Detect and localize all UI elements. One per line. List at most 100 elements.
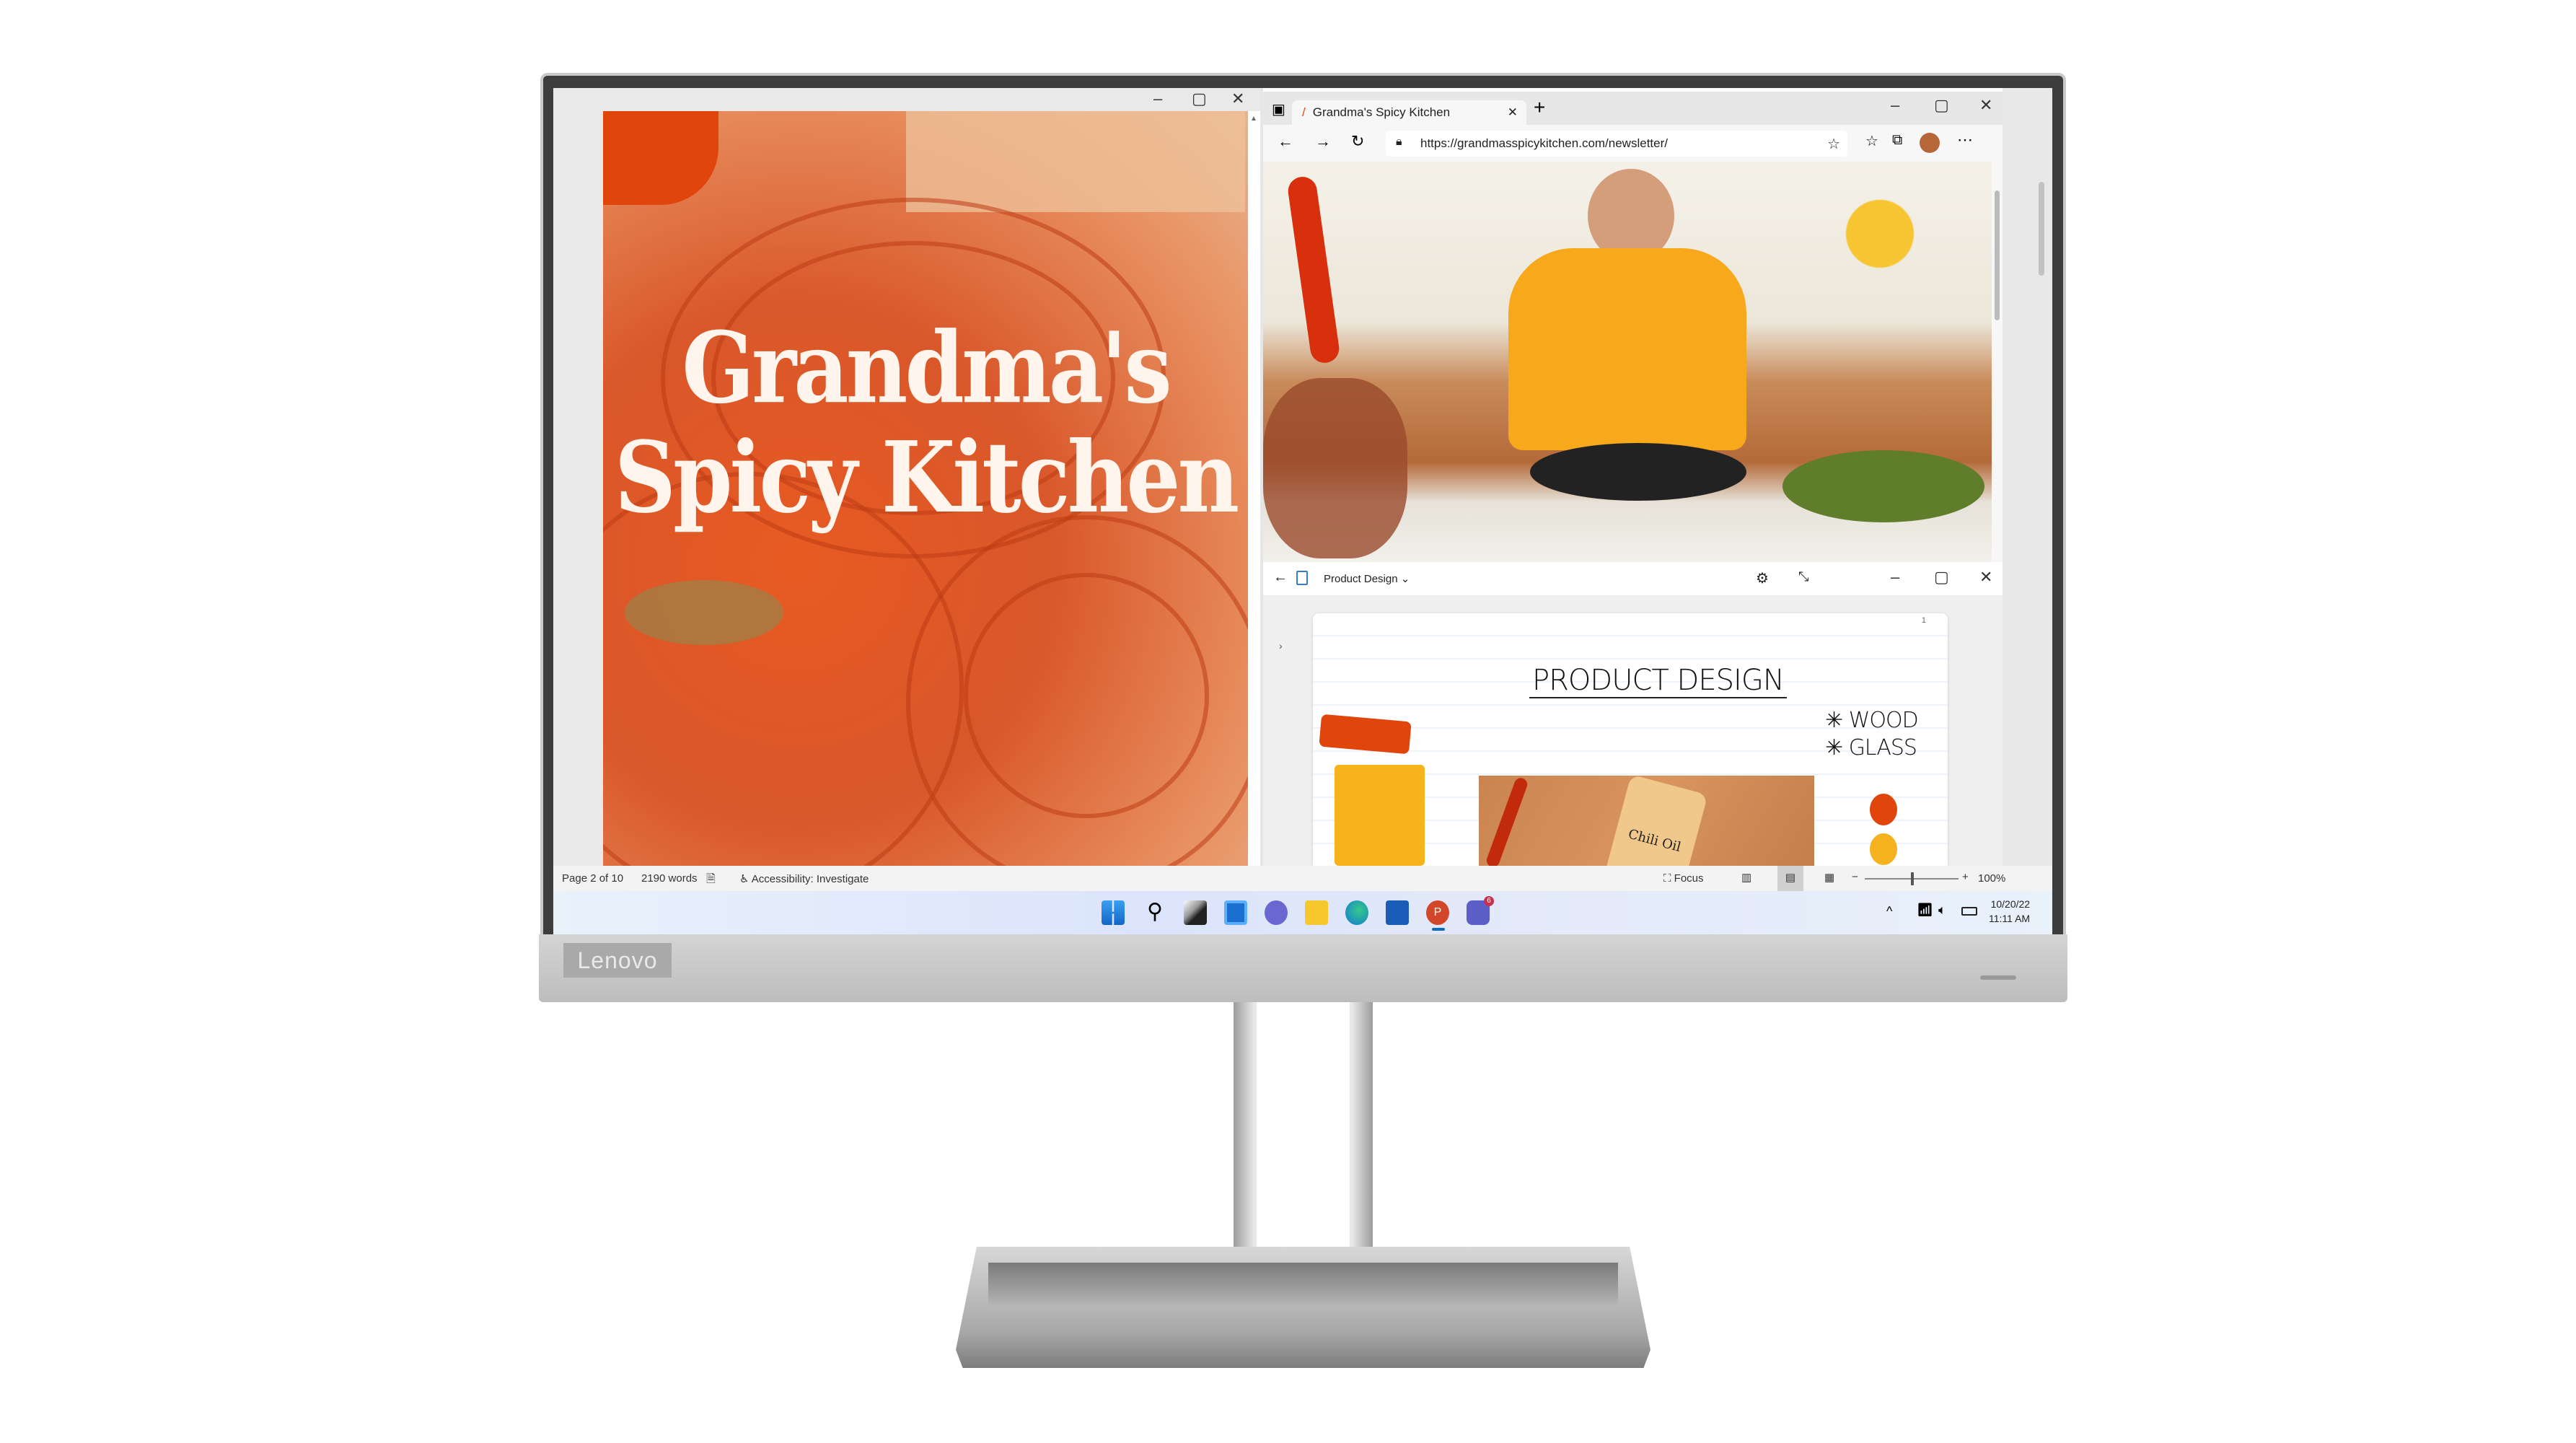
notification-badge: 6 <box>1484 896 1494 906</box>
monitor-chin <box>539 934 2067 1002</box>
powerpoint-icon[interactable]: P <box>1426 900 1449 925</box>
task-view-icon[interactable] <box>1184 900 1207 925</box>
edge-window: ▣ / Grandma's Spicy Kitchen ✕ + – ▢ ✕ ← … <box>1263 88 2003 564</box>
jar-lid-sketch <box>1319 714 1412 755</box>
focus-label: Focus <box>1674 872 1704 885</box>
active-app-indicator <box>1432 928 1445 931</box>
chat-icon[interactable] <box>1265 900 1288 925</box>
teams-icon[interactable]: 6 <box>1467 896 1494 925</box>
kitchen-photo <box>1263 162 1992 562</box>
search-icon[interactable]: ⚲ <box>1143 900 1166 925</box>
vertical-scrollbar[interactable]: ▲ <box>1248 111 1260 866</box>
close-tab-icon[interactable]: ✕ <box>1508 105 1518 120</box>
word-window: – ▢ ✕ Grandma's Spicy Kitchen ▲ <box>553 88 1260 866</box>
tab-bar: ▣ / Grandma's Spicy Kitchen ✕ + – ▢ ✕ <box>1263 92 2003 125</box>
time: 11:11 AM <box>1989 913 2031 924</box>
note-glass: ✳ GLASS <box>1825 735 1917 760</box>
taskbar: ⚲ P 6 ^ 📶︎ 🔈︎ 10/20/22 11:11 AM <box>553 891 2052 934</box>
maximize-icon[interactable]: ▢ <box>1934 96 1949 115</box>
read-mode-icon[interactable]: ▥ <box>1741 871 1751 884</box>
file-explorer-icon[interactable] <box>1305 900 1328 925</box>
accessibility-button[interactable]: ♿︎ Accessibility: Investigate <box>739 872 869 885</box>
word-count[interactable]: 2190 words <box>641 872 698 885</box>
jar-sketch <box>1335 765 1425 866</box>
address-bar-row: ← → ↻ 🔒︎ https://grandmasspicykitchen.co… <box>1263 125 2003 162</box>
date: 10/20/22 <box>1990 898 2031 910</box>
back-icon[interactable]: ← <box>1278 132 1293 151</box>
note-text: WOOD <box>1848 708 1919 733</box>
document-page[interactable]: Grandma's Spicy Kitchen <box>603 111 1248 866</box>
zoom-slider[interactable] <box>1865 872 1959 885</box>
document-title: Grandma's Spicy Kitchen <box>603 313 1248 532</box>
new-tab-icon[interactable]: + <box>1534 96 1545 119</box>
page-scrollbar[interactable] <box>1992 162 2003 562</box>
page-number: 1 <box>1921 616 1926 625</box>
yellow-swatch <box>1870 833 1897 865</box>
zoom-percent[interactable]: 100% <box>1978 872 2005 885</box>
wifi-icon[interactable]: 📶︎ <box>1917 903 1933 918</box>
show-hidden-icons-chevron[interactable]: ^ <box>1886 904 1892 919</box>
whiteboard-app-icon <box>1296 571 1308 585</box>
more-icon[interactable]: ⋯ <box>1957 131 1973 149</box>
whiteboard-header: ← Product Design ⌄ ⚙ ⤡ – ▢ ✕ <box>1263 562 2006 595</box>
lenovo-logo: Lenovo <box>563 943 672 978</box>
word-status-bar: Page 2 of 10 2190 words 🗎︎ ♿︎ Accessibil… <box>553 866 2052 891</box>
lock-icon: 🔒︎ <box>1396 136 1402 148</box>
tab-grandmas-spicy-kitchen[interactable]: / Grandma's Spicy Kitchen ✕ <box>1292 100 1526 125</box>
settings-gear-icon[interactable]: ⚙ <box>1756 569 1769 587</box>
maximize-icon[interactable]: ▢ <box>1934 568 1949 587</box>
url-input[interactable]: 🔒︎ https://grandmasspicykitchen.com/news… <box>1386 131 1847 157</box>
store-icon[interactable] <box>1386 900 1409 925</box>
zoom-slider-thumb[interactable] <box>1911 872 1914 885</box>
favorites-icon[interactable]: ☆ <box>1865 132 1878 150</box>
minimize-icon[interactable]: – <box>1153 89 1162 108</box>
expand-panel-icon[interactable]: › <box>1279 640 1283 652</box>
product-label: Chili Oil <box>1603 776 1708 866</box>
battery-icon[interactable] <box>1961 907 1977 916</box>
right-scroll-strip <box>2003 88 2052 866</box>
chili-favicon-icon: / <box>1302 105 1306 119</box>
compact-view-icon[interactable]: ⤡ <box>1798 569 1808 584</box>
refresh-icon[interactable]: ↻ <box>1351 132 1364 151</box>
title-line-1: Grandma's <box>682 310 1172 426</box>
orange-swatch <box>1870 794 1897 825</box>
accessibility-label: Accessibility: Investigate <box>751 873 869 885</box>
edge-icon[interactable] <box>1345 900 1368 925</box>
focus-button[interactable]: ⛶ Focus <box>1663 872 1704 885</box>
page-count[interactable]: Page 2 of 10 <box>562 872 623 885</box>
board-title: Product Design <box>1324 573 1398 585</box>
url-text: https://grandmasspicykitchen.com/newslet… <box>1420 136 1668 150</box>
collections-icon[interactable]: ⧉ <box>1892 132 1902 149</box>
tab-actions-icon[interactable]: ▣ <box>1272 100 1285 118</box>
whiteboard-canvas[interactable]: 1 PRODUCT DESIGN Chili Oil ✳ WOOD ✳ GLAS… <box>1313 613 1948 866</box>
clock[interactable]: 10/20/22 11:11 AM <box>1989 897 2030 926</box>
zoom-out-icon[interactable]: − <box>1852 871 1858 883</box>
scrollbar-thumb[interactable] <box>2039 182 2044 276</box>
stand-base-tray <box>988 1263 1618 1306</box>
minimize-icon[interactable]: – <box>1891 568 1899 587</box>
forward-icon[interactable]: → <box>1315 132 1331 151</box>
widgets-icon[interactable] <box>1224 900 1247 925</box>
profile-avatar[interactable] <box>1920 133 1940 153</box>
web-layout-icon[interactable]: ▦ <box>1824 871 1834 884</box>
chili-oil-product-image: Chili Oil <box>1479 776 1814 866</box>
close-icon[interactable]: ✕ <box>1979 568 1992 587</box>
maximize-icon[interactable]: ▢ <box>1192 89 1207 108</box>
print-layout-icon[interactable]: ▤ <box>1777 866 1803 891</box>
power-button[interactable] <box>1980 975 2016 980</box>
title-line-2: Spicy Kitchen <box>614 419 1239 535</box>
handwritten-heading: PRODUCT DESIGN <box>1529 664 1787 698</box>
start-icon[interactable] <box>1102 900 1125 925</box>
back-icon[interactable]: ← <box>1273 569 1288 586</box>
close-icon[interactable]: ✕ <box>1979 96 1992 115</box>
close-icon[interactable]: ✕ <box>1231 89 1244 108</box>
stand-cutout <box>1257 1002 1350 1247</box>
board-title-dropdown[interactable]: Product Design ⌄ <box>1324 572 1410 585</box>
screen: – ▢ ✕ Grandma's Spicy Kitchen ▲ ▣ / Gran… <box>553 88 2052 934</box>
minimize-icon[interactable]: – <box>1891 96 1899 115</box>
note-text: GLASS <box>1848 735 1917 760</box>
proofing-icon[interactable]: 🗎︎ <box>706 871 716 890</box>
volume-icon[interactable]: 🔈︎ <box>1938 903 1946 918</box>
zoom-in-icon[interactable]: + <box>1962 871 1969 883</box>
add-favorite-icon[interactable]: ☆ <box>1827 135 1840 153</box>
